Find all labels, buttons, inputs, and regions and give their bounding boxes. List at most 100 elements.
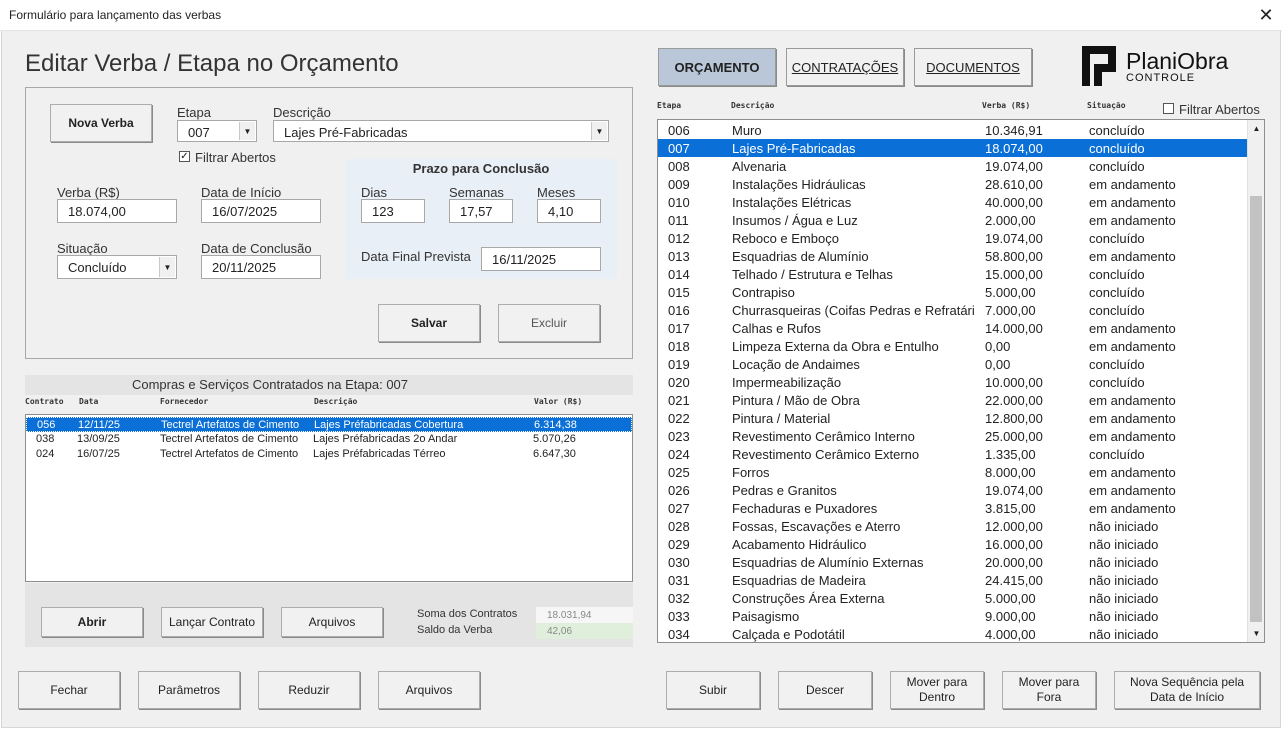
etapa-row[interactable]: 017 Calhas e Rufos 14.000,00 em andamento bbox=[658, 319, 1248, 337]
etapa-situacao: em andamento bbox=[1089, 339, 1176, 354]
etapa-row[interactable]: 033 Paisagismo 9.000,00 não iniciado bbox=[658, 607, 1248, 625]
etapa-row[interactable]: 031 Esquadrias de Madeira 24.415,00 não ini… bbox=[658, 571, 1248, 589]
etapa-row[interactable]: 015 Contrapiso 5.000,00 concluído bbox=[658, 283, 1248, 301]
etapa-row[interactable]: 023 Revestimento Cerâmico Interno 25.000,0… bbox=[658, 427, 1248, 445]
etapa-descricao: Impermeabilização bbox=[732, 375, 842, 390]
data-final-label: Data Final Prevista bbox=[361, 249, 471, 264]
subir-button[interactable]: Subir bbox=[666, 671, 760, 709]
data-final-input[interactable]: 16/11/2025 bbox=[481, 247, 601, 271]
etapa-situacao: concluído bbox=[1089, 375, 1145, 390]
descer-button[interactable]: Descer bbox=[778, 671, 872, 709]
excluir-button[interactable]: Excluir bbox=[498, 304, 600, 342]
tab-contratacoes[interactable]: CONTRATAÇÕES bbox=[786, 48, 904, 86]
etapa-situacao: não iniciado bbox=[1089, 627, 1159, 642]
etapa-row[interactable]: 024 Revestimento Cerâmico Externo 1.335,00… bbox=[658, 445, 1248, 463]
etapa-verba: 1.335,00 bbox=[985, 447, 1036, 462]
etapa-row[interactable]: 016 Churrasqueiras (Coifas Pedras e Refra… bbox=[658, 301, 1248, 319]
etapa-row[interactable]: 032 Construções Área Externa 5.000,00 não i… bbox=[658, 589, 1248, 607]
etapa-row[interactable]: 011 Insumos / Água e Luz 2.000,00 em andame… bbox=[658, 211, 1248, 229]
etapa-row[interactable]: 020 Impermeabilização 10.000,00 concluído bbox=[658, 373, 1248, 391]
contrato-row[interactable]: 056 12/11/25 Tectrel Artefatos de Cimento L… bbox=[26, 417, 632, 432]
verba-input[interactable]: 18.074,00 bbox=[57, 199, 177, 223]
chevron-down-icon[interactable]: ▼ bbox=[159, 257, 175, 277]
salvar-button[interactable]: Salvar bbox=[378, 304, 480, 342]
etapa-descricao: Churrasqueiras (Coifas Pedras e Refratár… bbox=[732, 303, 975, 318]
contrato-data: 12/11/25 bbox=[78, 419, 121, 431]
etapas-list[interactable]: 034 Calçada e Podotátil 4.000,00 não inicia… bbox=[657, 119, 1265, 643]
lancar-contrato-button[interactable]: Lançar Contrato bbox=[161, 607, 263, 637]
etapa-row[interactable]: 029 Acabamento Hidráulico 16.000,00 não ini… bbox=[658, 535, 1248, 553]
etapa-row[interactable]: 013 Esquadrias de Alumínio 58.800,00 em and… bbox=[658, 247, 1248, 265]
contrato-valor: 5.070,26 bbox=[533, 433, 576, 445]
tab-orcamento[interactable]: ORÇAMENTO bbox=[658, 48, 776, 86]
contratos-arquivos-button[interactable]: Arquivos bbox=[281, 607, 383, 637]
parametros-button[interactable]: Parâmetros bbox=[138, 671, 240, 709]
etapa-row[interactable]: 008 Alvenaria 19.074,00 concluído bbox=[658, 157, 1248, 175]
etapa-row[interactable]: 009 Instalações Hidráulicas 28.610,00 em an… bbox=[658, 175, 1248, 193]
nova-sequencia-button[interactable]: Nova Sequência pela Data de Início bbox=[1114, 671, 1260, 709]
etapas-header-etapa: Etapa bbox=[657, 101, 682, 110]
etapas-scrollbar[interactable]: ▲ ▼ bbox=[1247, 120, 1264, 642]
etapa-row[interactable]: 012 Reboco e Emboço 19.074,00 concluído bbox=[658, 229, 1248, 247]
etapa-row[interactable]: 028 Fossas, Escavações e Aterro 12.000,00 n… bbox=[658, 517, 1248, 535]
etapa-descricao: Pedras e Granitos bbox=[732, 483, 837, 498]
etapa-descricao: Acabamento Hidráulico bbox=[732, 537, 867, 552]
reduzir-button[interactable]: Reduzir bbox=[258, 671, 360, 709]
etapa-row[interactable]: 019 Locação de Andaimes 0,00 concluído bbox=[658, 355, 1248, 373]
etapa-situacao: concluído bbox=[1089, 123, 1145, 138]
etapa-row[interactable]: 006 Muro 10.346,91 concluído bbox=[658, 121, 1248, 139]
dias-input[interactable]: 123 bbox=[361, 199, 425, 223]
nova-verba-button[interactable]: Nova Verba bbox=[50, 104, 152, 142]
tab-documentos[interactable]: DOCUMENTOS bbox=[914, 48, 1032, 86]
etapas-filtrar-checkbox[interactable] bbox=[1163, 103, 1174, 114]
contrato-row[interactable]: 038 13/09/25 Tectrel Artefatos de Cimento L… bbox=[26, 432, 632, 447]
etapa-verba: 5.000,00 bbox=[985, 591, 1036, 606]
mover-dentro-button[interactable]: Mover para Dentro bbox=[890, 671, 984, 709]
etapa-verba: 5.000,00 bbox=[985, 285, 1036, 300]
data-inicio-input[interactable]: 16/07/2025 bbox=[201, 199, 321, 223]
scroll-down-icon[interactable]: ▼ bbox=[1248, 625, 1264, 642]
semanas-input[interactable]: 17,57 bbox=[449, 199, 513, 223]
contrato-contrato: 038 bbox=[36, 433, 55, 445]
close-icon[interactable]: ✕ bbox=[1256, 4, 1276, 26]
contrato-valor: 6.314,38 bbox=[534, 419, 577, 431]
filtrar-abertos-checkbox[interactable]: ✓ bbox=[179, 151, 190, 162]
fechar-button[interactable]: Fechar bbox=[18, 671, 120, 709]
etapa-row[interactable]: 025 Forros 8.000,00 em andamento bbox=[658, 463, 1248, 481]
chevron-down-icon[interactable]: ▼ bbox=[239, 122, 255, 140]
etapa-verba: 2.000,00 bbox=[985, 213, 1036, 228]
scroll-thumb[interactable] bbox=[1250, 196, 1262, 622]
contrato-contrato: 056 bbox=[37, 419, 56, 431]
chevron-down-icon[interactable]: ▼ bbox=[591, 122, 607, 140]
etapa-descricao: Calçada e Podotátil bbox=[732, 627, 845, 642]
etapa-row[interactable]: 027 Fechaduras e Puxadores 3.815,00 em anda… bbox=[658, 499, 1248, 517]
scroll-up-icon[interactable]: ▲ bbox=[1248, 120, 1264, 137]
etapa-row[interactable]: 007 Lajes Pré-Fabricadas 18.074,00 concluíd… bbox=[658, 139, 1248, 157]
etapa-row[interactable]: 014 Telhado / Estrutura e Telhas 15.000,00… bbox=[658, 265, 1248, 283]
etapa-row[interactable]: 026 Pedras e Granitos 19.074,00 em andament… bbox=[658, 481, 1248, 499]
etapa-row[interactable]: 022 Pintura / Material 12.800,00 em andamen… bbox=[658, 409, 1248, 427]
etapa-row[interactable]: 018 Limpeza Externa da Obra e Entulho 0,00… bbox=[658, 337, 1248, 355]
etapa-row[interactable]: 030 Esquadrias de Alumínio Externas 20.000… bbox=[658, 553, 1248, 571]
etapa-row[interactable]: 010 Instalações Elétricas 40.000,00 em anda… bbox=[658, 193, 1248, 211]
etapa-row[interactable]: 021 Pintura / Mão de Obra 22.000,00 em anda… bbox=[658, 391, 1248, 409]
etapa-situacao: em andamento bbox=[1089, 177, 1176, 192]
etapa-select[interactable]: 007 ▼ bbox=[177, 120, 257, 142]
etapa-descricao: Paisagismo bbox=[732, 609, 800, 624]
etapa-situacao: em andamento bbox=[1089, 429, 1176, 444]
abrir-button[interactable]: Abrir bbox=[41, 607, 143, 637]
situacao-select[interactable]: Concluído ▼ bbox=[57, 255, 177, 279]
contrato-row[interactable]: 024 16/07/25 Tectrel Artefatos de Cimento L… bbox=[26, 447, 632, 462]
etapa-row[interactable]: 034 Calçada e Podotátil 4.000,00 não inicia… bbox=[658, 625, 1248, 642]
etapa-verba: 10.000,00 bbox=[985, 375, 1043, 390]
meses-input[interactable]: 4,10 bbox=[537, 199, 601, 223]
mover-fora-button[interactable]: Mover para Fora bbox=[1002, 671, 1096, 709]
etapa-code: 032 bbox=[668, 591, 690, 606]
situacao-label: Situação bbox=[57, 241, 108, 256]
data-conclusao-input[interactable]: 20/11/2025 bbox=[201, 255, 321, 279]
contratos-list[interactable]: 056 12/11/25 Tectrel Artefatos de Cimento L… bbox=[25, 414, 633, 582]
etapa-code: 016 bbox=[668, 303, 690, 318]
saldo-value: 42,06 bbox=[536, 623, 633, 639]
descricao-select[interactable]: Lajes Pré-Fabricadas ▼ bbox=[273, 120, 609, 142]
arquivos-button[interactable]: Arquivos bbox=[378, 671, 480, 709]
